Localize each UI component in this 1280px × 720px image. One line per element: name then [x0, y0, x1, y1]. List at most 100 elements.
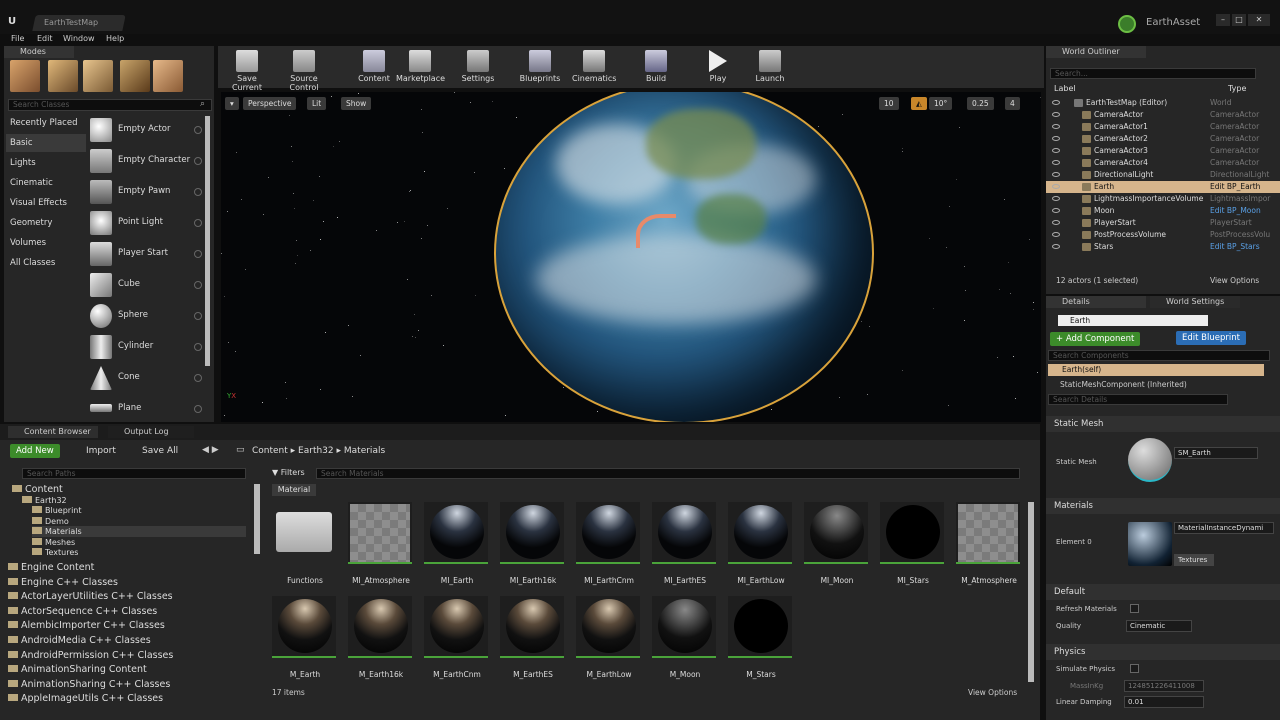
visibility-eye-icon[interactable]	[1052, 172, 1060, 177]
close-button[interactable]: ✕	[1248, 14, 1270, 26]
outliner-row[interactable]: Moon Edit BP_Moon	[1046, 205, 1280, 217]
content-browser-tab[interactable]: Content Browser	[8, 426, 98, 438]
visibility-eye-icon[interactable]	[1052, 184, 1060, 189]
world-outliner-tab[interactable]: World Outliner	[1046, 46, 1146, 58]
build-button[interactable]: Build	[640, 46, 672, 88]
textures-dropdown[interactable]: Textures	[1174, 554, 1214, 566]
section-physics[interactable]: Physics	[1046, 644, 1280, 660]
search-materials-input[interactable]: Search Materials	[316, 468, 1020, 479]
world-settings-tab[interactable]: World Settings	[1150, 296, 1240, 308]
folder-tree-item[interactable]: Textures	[32, 547, 78, 558]
minimize-button[interactable]: –	[1216, 14, 1230, 26]
category-recently-placed[interactable]: Recently Placed	[6, 114, 86, 132]
column-label[interactable]: Label	[1054, 84, 1076, 93]
outliner-row-type[interactable]: Edit BP_Stars	[1210, 241, 1260, 253]
place-item[interactable]: Empty Actor	[86, 115, 206, 145]
menu-file[interactable]: File	[11, 34, 24, 43]
category-visual-effects[interactable]: Visual Effects	[6, 194, 86, 212]
menu-help[interactable]: Help	[106, 34, 124, 43]
filters-button[interactable]: ▼ Filters	[272, 468, 305, 477]
visibility-eye-icon[interactable]	[1052, 196, 1060, 201]
visibility-eye-icon[interactable]	[1052, 160, 1060, 165]
paint-mode-icon[interactable]	[48, 60, 78, 92]
category-geometry[interactable]: Geometry	[6, 214, 86, 232]
visibility-eye-icon[interactable]	[1052, 100, 1060, 105]
rotation-gizmo[interactable]	[636, 214, 676, 248]
category-basic[interactable]: Basic	[6, 134, 86, 152]
outliner-row[interactable]: DirectionalLight DirectionalLight	[1046, 169, 1280, 181]
launch-button[interactable]: Launch	[752, 46, 788, 88]
class-folder-item[interactable]: ActorSequence C++ Classes	[8, 606, 157, 617]
foliage-mode-icon[interactable]	[120, 60, 150, 92]
asset-tile[interactable]: M_EarthES	[500, 596, 566, 684]
category-lights[interactable]: Lights	[6, 154, 86, 172]
cinematics-button[interactable]: Cinematics	[572, 46, 616, 88]
class-folder-item[interactable]: ActorLayerUtilities C++ Classes	[8, 591, 173, 602]
scale-snap-value[interactable]: 0.25	[967, 97, 994, 110]
asset-tile[interactable]: M_Earth16k	[348, 596, 414, 684]
show-button[interactable]: Show	[341, 97, 372, 110]
visibility-eye-icon[interactable]	[1052, 208, 1060, 213]
settings-button[interactable]: Settings	[460, 46, 496, 88]
place-item[interactable]: Cube	[86, 270, 206, 300]
outliner-row[interactable]: PostProcessVolume PostProcessVolu	[1046, 229, 1280, 241]
import-button[interactable]: Import	[86, 446, 116, 456]
rotation-snap-icon[interactable]: ◭	[911, 97, 927, 110]
column-type[interactable]: Type	[1228, 84, 1246, 93]
search-classes-input[interactable]: Search Classes	[8, 99, 212, 111]
refresh-materials-checkbox[interactable]	[1130, 604, 1139, 613]
material-dropdown[interactable]: MaterialInstanceDynami	[1174, 522, 1274, 534]
geometry-mode-icon[interactable]	[153, 60, 183, 92]
search-paths-input[interactable]: Search Paths	[22, 468, 246, 479]
menu-window[interactable]: Window	[63, 34, 95, 43]
folder-tree-item[interactable]: Demo	[32, 516, 69, 527]
outliner-row-type[interactable]: Edit BP_Earth	[1210, 181, 1260, 193]
category-all-classes[interactable]: All Classes	[6, 254, 86, 272]
class-folder-item[interactable]: AlembicImporter C++ Classes	[8, 620, 165, 631]
outliner-row[interactable]: PlayerStart PlayerStart	[1046, 217, 1280, 229]
search-components-input[interactable]: Search Components	[1048, 350, 1270, 361]
visibility-eye-icon[interactable]	[1052, 136, 1060, 141]
place-item[interactable]: Plane	[86, 394, 206, 424]
grid-snap-value[interactable]: 10	[879, 97, 899, 110]
place-item[interactable]: Empty Pawn	[86, 177, 206, 207]
outliner-row[interactable]: EarthTestMap (Editor) World	[1046, 97, 1280, 109]
place-item[interactable]: Point Light	[86, 208, 206, 238]
class-folder-item[interactable]: AndroidMedia C++ Classes	[8, 635, 151, 646]
visibility-eye-icon[interactable]	[1052, 124, 1060, 129]
details-tab[interactable]: Details	[1046, 296, 1146, 308]
place-mode-icon[interactable]	[10, 60, 40, 92]
modes-tab[interactable]: Modes	[4, 46, 74, 58]
outliner-row[interactable]: CameraActor4 CameraActor	[1046, 157, 1280, 169]
class-folder-item[interactable]: Engine C++ Classes	[8, 577, 118, 588]
add-new-button[interactable]: Add New	[10, 444, 60, 458]
asset-tile[interactable]: M_Moon	[652, 596, 718, 684]
asset-tile[interactable]: M_Atmosphere	[956, 502, 1022, 590]
save-current-button[interactable]: Save Current	[222, 46, 272, 92]
visibility-eye-icon[interactable]	[1052, 232, 1060, 237]
output-log-tab[interactable]: Output Log	[108, 426, 194, 438]
content-button[interactable]: Content	[356, 46, 392, 88]
visibility-eye-icon[interactable]	[1052, 244, 1060, 249]
save-all-button[interactable]: Save All	[142, 446, 178, 456]
level-viewport[interactable]: ▾ Perspective Lit Show 10 ◭ 10° 0.25 4 Y…	[221, 92, 1041, 422]
asset-tile[interactable]: MI_Earth16k	[500, 502, 566, 590]
asset-tile[interactable]: MI_EarthCnm	[576, 502, 642, 590]
place-item[interactable]: Cone	[86, 363, 206, 393]
asset-tile[interactable]: MI_EarthLow	[728, 502, 794, 590]
static-mesh-dropdown[interactable]: SM_Earth	[1174, 447, 1258, 459]
outliner-row[interactable]: CameraActor1 CameraActor	[1046, 121, 1280, 133]
outliner-row-type[interactable]: Edit BP_Moon	[1210, 205, 1261, 217]
outliner-search-input[interactable]: Search...	[1050, 68, 1256, 79]
section-materials[interactable]: Materials	[1046, 498, 1280, 514]
class-folder-item[interactable]: AppleImageUtils C++ Classes	[8, 693, 163, 704]
quality-dropdown[interactable]: Cinematic	[1126, 620, 1192, 632]
camera-speed-value[interactable]: 4	[1005, 97, 1020, 110]
earth-globe[interactable]	[494, 92, 874, 422]
folder-tree-item[interactable]: Content	[12, 484, 63, 495]
edit-blueprint-button[interactable]: Edit Blueprint	[1176, 331, 1246, 345]
search-details-input[interactable]: Search Details	[1048, 394, 1228, 405]
asset-tile[interactable]: Functions	[272, 502, 338, 590]
asset-tile[interactable]: MI_EarthES	[652, 502, 718, 590]
component-static-mesh[interactable]: StaticMeshComponent (Inherited)	[1060, 380, 1187, 389]
